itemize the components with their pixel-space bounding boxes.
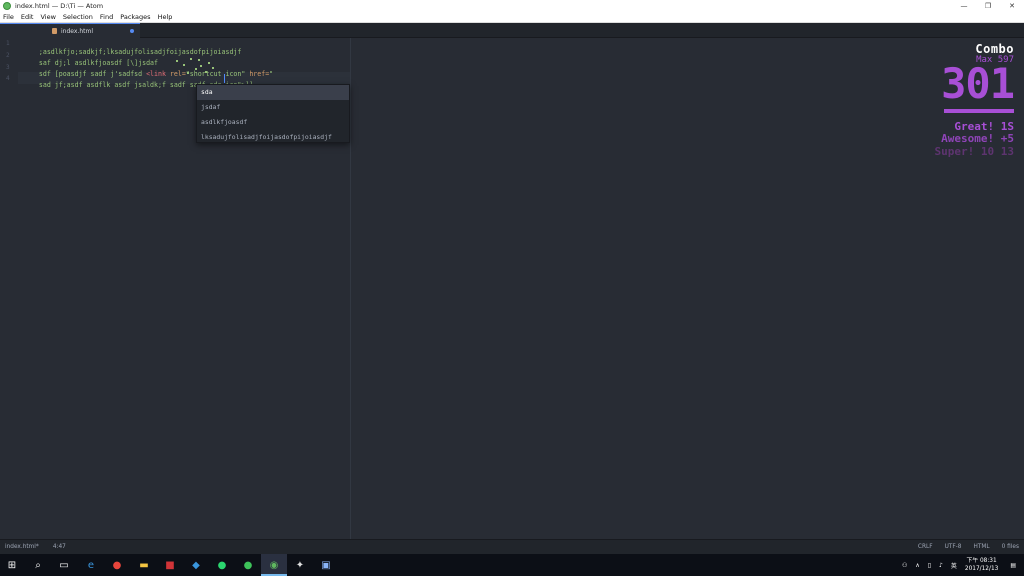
text-cursor bbox=[224, 74, 225, 83]
app-green-icon[interactable]: ● bbox=[215, 558, 229, 572]
particle bbox=[195, 68, 197, 70]
autocomplete-popup: sda jsdaf asdlkfjoasdf lksadujfolisadjfo… bbox=[196, 84, 350, 143]
combo-exclamation: Awesome! +5 bbox=[941, 132, 1014, 145]
line-number: 4 bbox=[6, 75, 10, 82]
task-view-icon[interactable]: ▭ bbox=[57, 558, 71, 572]
menu-edit[interactable]: Edit bbox=[21, 13, 34, 21]
chevron-up-icon[interactable]: ∧ bbox=[915, 562, 919, 569]
status-grammar[interactable]: HTML bbox=[973, 544, 989, 550]
tab-bar: index.html bbox=[0, 23, 1024, 38]
autocomplete-item[interactable]: sda bbox=[197, 85, 349, 100]
ime-indicator[interactable]: 英 bbox=[951, 561, 957, 570]
html-file-icon bbox=[52, 28, 57, 34]
clock-time: 下午 08:31 bbox=[966, 558, 997, 564]
line-number: 3 bbox=[6, 64, 10, 71]
status-git-files[interactable]: 0 files bbox=[1002, 544, 1019, 550]
app-dark-icon[interactable]: ◆ bbox=[189, 558, 203, 572]
clock[interactable]: 下午 08:31 2017/12/13 bbox=[965, 557, 998, 573]
status-encoding[interactable]: UTF-8 bbox=[945, 544, 962, 550]
close-button[interactable]: ✕ bbox=[1000, 0, 1024, 12]
particle bbox=[208, 62, 210, 64]
combo-count: 301 bbox=[941, 59, 1015, 108]
status-cursor-position[interactable]: 4:47 bbox=[53, 544, 66, 550]
modified-dot-icon[interactable] bbox=[130, 29, 134, 33]
line-number-gutter: 1 2 3 4 bbox=[0, 38, 18, 539]
particle bbox=[198, 59, 200, 61]
app-red-icon[interactable]: ■ bbox=[163, 558, 177, 572]
particle bbox=[176, 60, 178, 62]
clock-date: 2017/12/13 bbox=[964, 566, 999, 572]
autocomplete-item[interactable]: jsdaf bbox=[197, 100, 349, 115]
volume-icon[interactable]: ♪ bbox=[939, 562, 943, 569]
status-file-path[interactable]: index.html* bbox=[5, 544, 39, 550]
combo-timer-bar bbox=[944, 109, 1014, 113]
maximize-button[interactable]: ❐ bbox=[976, 0, 1000, 12]
chrome-icon[interactable]: ● bbox=[110, 558, 124, 572]
title-bar: index.html — D:\Ti — Atom — ❐ ✕ bbox=[0, 0, 1024, 12]
code-string: " bbox=[269, 70, 274, 78]
minimize-button[interactable]: — bbox=[952, 0, 976, 12]
line-number: 2 bbox=[6, 52, 10, 59]
search-icon[interactable]: ⌕ bbox=[31, 558, 45, 572]
menu-find[interactable]: Find bbox=[100, 13, 113, 21]
particle bbox=[205, 71, 207, 73]
wechat-icon[interactable]: ● bbox=[241, 558, 255, 572]
notification-icon[interactable]: ▤ bbox=[1010, 562, 1016, 569]
windows-start-icon[interactable]: ⊞ bbox=[5, 558, 19, 572]
menu-packages[interactable]: Packages bbox=[120, 13, 150, 21]
code-text: sad jf;asdf asdflk asdf jsaldk;f sadf sa… bbox=[38, 81, 222, 89]
app-blue-icon[interactable]: ▣ bbox=[319, 558, 333, 572]
line-number: 1 bbox=[6, 40, 10, 47]
combo-exclamation: Super! 10 13 bbox=[934, 145, 1014, 158]
particle bbox=[190, 58, 192, 60]
autocomplete-item[interactable]: asdlkfjoasdf bbox=[197, 115, 349, 130]
menu-help[interactable]: Help bbox=[158, 13, 173, 21]
editor-pane[interactable]: 1 2 3 4 ;asdlkfjo;sadkjf;lksadujfolisadj… bbox=[0, 38, 1024, 539]
menu-bar: File Edit View Selection Find Packages H… bbox=[0, 12, 1024, 23]
file-explorer-icon[interactable]: ▬ bbox=[137, 558, 151, 572]
windows-taskbar: ⊞ ⌕ ▭ e ● ▬ ■ ◆ ● ● ◉ ✦ ▣ ⚇ ∧ ▯ ♪ 英 下午 0… bbox=[0, 554, 1024, 576]
particle bbox=[200, 65, 202, 67]
tab-title: index.html bbox=[61, 27, 93, 35]
combo-title: Combo bbox=[975, 42, 1014, 56]
particle bbox=[187, 72, 189, 74]
atom-app-icon bbox=[3, 2, 11, 10]
window-title: index.html — D:\Ti — Atom bbox=[15, 2, 104, 10]
particle bbox=[183, 64, 185, 66]
wrap-guide bbox=[350, 38, 351, 539]
app-bird-icon[interactable]: ✦ bbox=[293, 558, 307, 572]
autocomplete-item[interactable]: lksadujfolisadjfoijasdofpijoiasdjf bbox=[197, 130, 349, 145]
menu-view[interactable]: View bbox=[40, 13, 55, 21]
particle bbox=[212, 67, 214, 69]
edge-browser-icon[interactable]: e bbox=[84, 558, 98, 572]
network-icon[interactable]: ▯ bbox=[928, 562, 931, 569]
tab-index-html[interactable]: index.html bbox=[0, 23, 140, 38]
people-icon[interactable]: ⚇ bbox=[902, 562, 907, 569]
combo-counter: Combo Max 597 301 Great! 1S Awesome! +5 … bbox=[894, 42, 1015, 172]
atom-icon[interactable]: ◉ bbox=[267, 558, 281, 572]
system-tray: ⚇ ∧ ▯ ♪ 英 下午 08:31 2017/12/13 ▤ bbox=[902, 554, 1024, 576]
menu-selection[interactable]: Selection bbox=[63, 13, 93, 21]
status-line-ending[interactable]: CRLF bbox=[918, 544, 933, 550]
menu-file[interactable]: File bbox=[3, 13, 14, 21]
status-bar: index.html* 4:47 CRLF UTF-8 HTML 0 files bbox=[0, 539, 1024, 554]
